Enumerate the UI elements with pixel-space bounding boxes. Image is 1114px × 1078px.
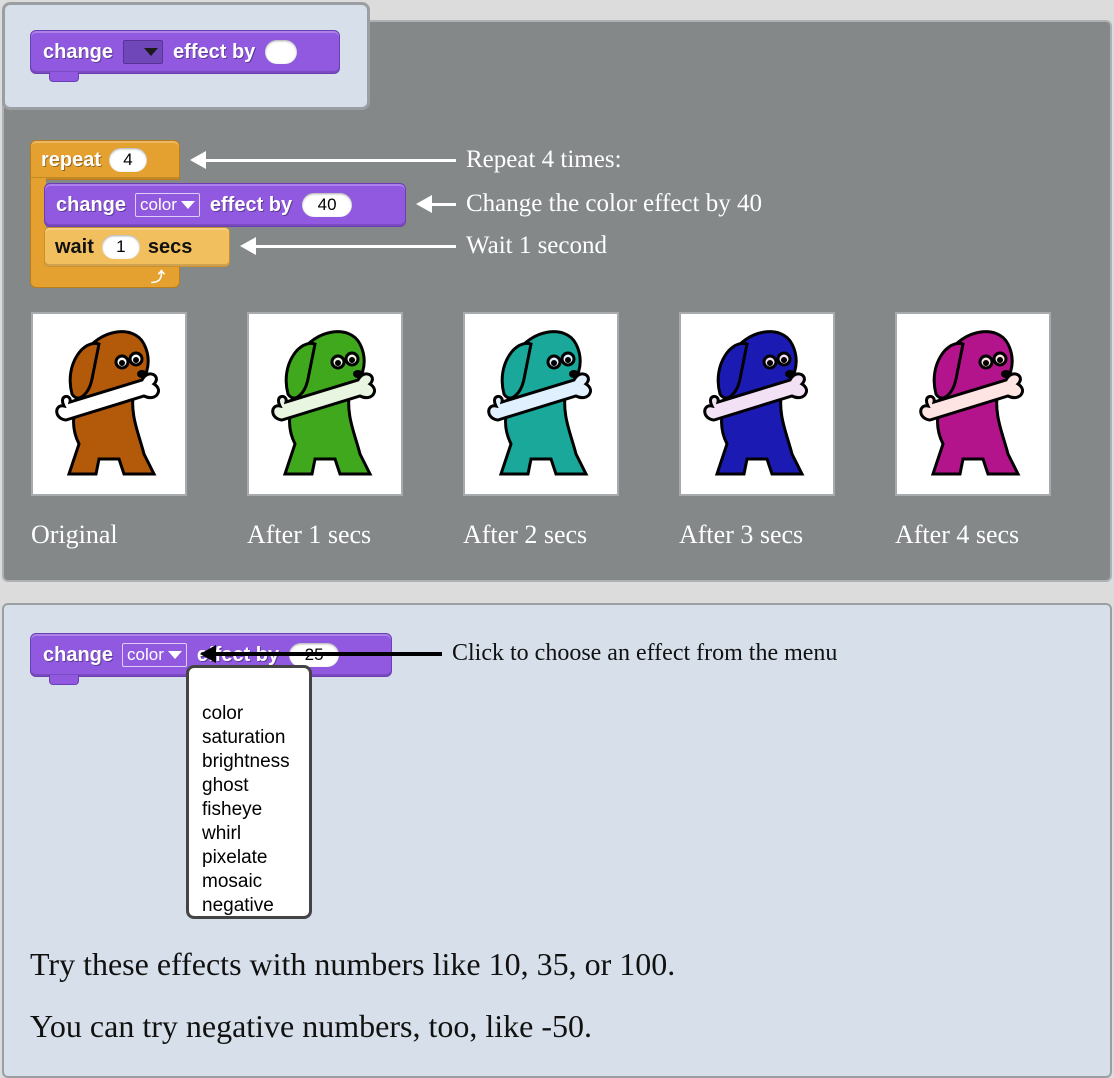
menu-item-fisheye[interactable]: fisheye bbox=[202, 798, 309, 822]
block-notch bbox=[49, 72, 79, 82]
effect-dropdown-color[interactable]: color bbox=[135, 193, 200, 217]
repeat-label: repeat bbox=[41, 148, 102, 171]
menu-item-brightness[interactable]: brightness bbox=[202, 750, 309, 774]
block-change-label: change bbox=[43, 40, 114, 63]
block-notch bbox=[49, 675, 79, 685]
effect-by-label: effect by bbox=[209, 193, 293, 216]
wait-amount-input[interactable]: 1 bbox=[101, 235, 140, 259]
change-note: Change the color effect by 40 bbox=[466, 190, 762, 217]
repeat-block-foot: ⤴ bbox=[30, 266, 180, 288]
sprite-image-after-1 bbox=[247, 312, 403, 496]
effect-dropdown-value: color bbox=[140, 195, 177, 214]
loop-arrow-icon: ⤴ bbox=[151, 269, 165, 285]
chevron-down-icon bbox=[144, 48, 159, 56]
secs-label: secs bbox=[147, 235, 193, 258]
chevron-down-icon bbox=[167, 651, 182, 659]
change-effect-block[interactable]: change effect by bbox=[30, 30, 340, 82]
wait-label: wait bbox=[55, 235, 94, 258]
repeat-note: Repeat 4 times: bbox=[466, 146, 622, 173]
wait-note: Wait 1 second bbox=[466, 232, 608, 259]
repeat-count-input[interactable]: 4 bbox=[109, 148, 148, 172]
effect-amount-input-40[interactable]: 40 bbox=[302, 193, 353, 217]
menu-item-pixelate[interactable]: pixelate bbox=[202, 846, 309, 870]
menu-item-mosaic[interactable]: mosaic bbox=[202, 870, 309, 894]
wait-block[interactable]: wait 1 secs bbox=[44, 227, 230, 267]
block-effect-by-label: effect by bbox=[173, 40, 256, 63]
effect-menu: color saturation brightness ghost fishey… bbox=[186, 665, 312, 919]
arrow-line bbox=[204, 159, 456, 162]
menu-item-whirl[interactable]: whirl bbox=[202, 822, 309, 846]
change-color-effect-block[interactable]: change color effect by 40 bbox=[44, 183, 406, 227]
arrow-line bbox=[214, 652, 442, 656]
effect-dropdown-open[interactable]: color bbox=[122, 643, 187, 667]
menu-item-color[interactable]: color bbox=[202, 702, 309, 726]
caption-after-2: After 2 secs bbox=[463, 520, 588, 549]
dog-icon bbox=[703, 330, 808, 476]
repeat-block[interactable]: repeat 4 bbox=[30, 140, 180, 180]
caption-after-3: After 3 secs bbox=[679, 520, 804, 549]
dog-icon bbox=[487, 330, 592, 476]
caption-original: Original bbox=[31, 520, 118, 549]
arrow-line bbox=[254, 245, 456, 248]
sprite-image-after-4 bbox=[895, 312, 1051, 496]
change-label: change bbox=[56, 193, 127, 216]
dog-icon bbox=[919, 330, 1024, 476]
arrow-line bbox=[430, 203, 456, 206]
dog-icon bbox=[55, 330, 160, 476]
menu-item-negative[interactable]: negative bbox=[202, 894, 309, 918]
tip-text-2: You can try negative numbers, too, like … bbox=[30, 1008, 592, 1044]
chevron-down-icon bbox=[180, 201, 195, 209]
menu-note: Click to choose an effect from the menu bbox=[452, 640, 838, 666]
change-label: change bbox=[43, 643, 114, 666]
effect-amount-input[interactable] bbox=[265, 40, 298, 64]
sprite-image-after-2 bbox=[463, 312, 619, 496]
menu-item-ghost[interactable]: ghost bbox=[202, 774, 309, 798]
caption-after-4: After 4 secs bbox=[895, 520, 1020, 549]
tip-text-1: Try these effects with numbers like 10, … bbox=[30, 946, 676, 982]
sprite-image-original bbox=[31, 312, 187, 496]
menu-item-saturation[interactable]: saturation bbox=[202, 726, 309, 750]
effect-dropdown[interactable] bbox=[123, 40, 164, 64]
caption-after-1: After 1 secs bbox=[247, 520, 372, 549]
dog-icon bbox=[271, 330, 376, 476]
effect-dropdown-value: color bbox=[127, 645, 164, 664]
sprite-image-after-3 bbox=[679, 312, 835, 496]
